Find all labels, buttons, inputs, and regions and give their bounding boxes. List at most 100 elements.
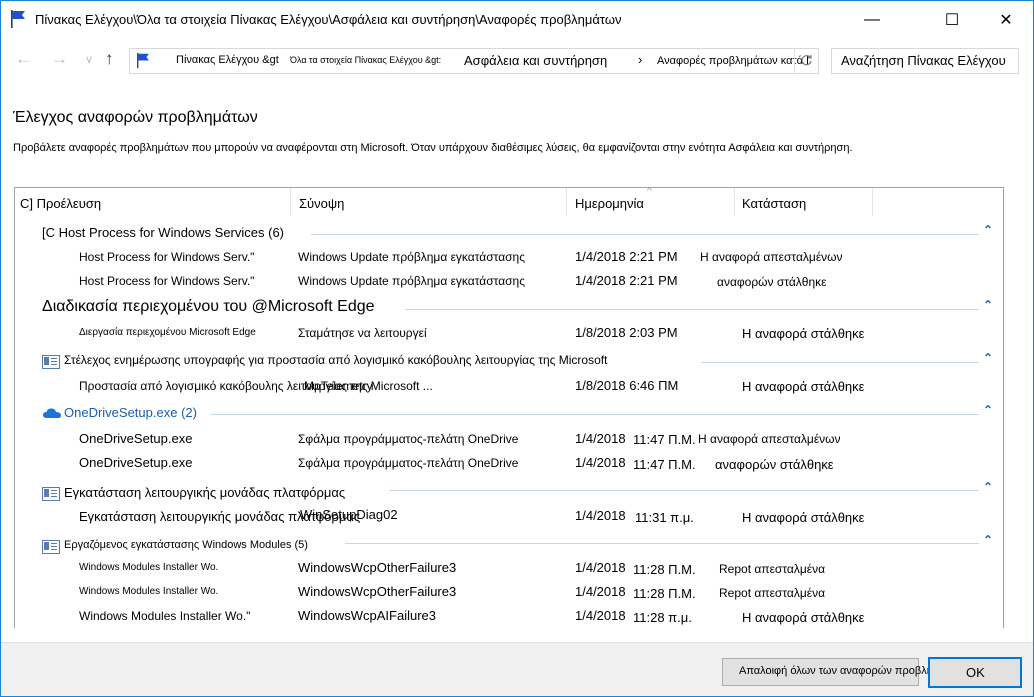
row-source: OneDriveSetup.exe [79, 431, 193, 446]
group-header-host-process[interactable]: [C Host Process for Windows Services (6)… [15, 223, 1003, 243]
row-source: Διεργασία περιεχομένου Microsoft Edge [79, 327, 256, 338]
group-header-edge[interactable]: Διαδικασία περιεχομένου του @Microsoft E… [15, 298, 1003, 318]
row-status: Η αναφορά απεσταλμένων [698, 432, 841, 446]
window-app-icon [42, 487, 60, 501]
row-source: Host Process for Windows Serv." [79, 274, 255, 288]
recent-locations-button[interactable]: ∨ [85, 53, 93, 66]
row-date: 1/4/2018 2:21 PM [575, 249, 678, 264]
ok-button[interactable]: OK [928, 657, 1022, 688]
problem-reports-window: Πίνακας Ελέγχου\Όλα τα στοιχεία Πίνακας … [0, 0, 1034, 697]
row-status: αναφορών στάλθηκε [717, 275, 827, 289]
collapse-icon[interactable]: ⌃ [983, 351, 993, 365]
row-summary: Σφάλμα προγράμματος-πελάτη OneDrive [298, 456, 519, 470]
row-summary: WindowsWcpAIFailure3 [298, 608, 436, 623]
window-app-icon [42, 355, 60, 369]
ok-label: OK [966, 665, 985, 680]
row-time: 11:47 Π.Μ. [633, 432, 696, 447]
group-title: Εργαζόμενος εγκατάστασης Windows Modules… [64, 539, 308, 551]
row-summary: Σφάλμα προγράμματος-πελάτη OneDrive [298, 432, 519, 446]
back-button[interactable]: ← [15, 49, 32, 69]
up-button[interactable]: ↑ [105, 49, 114, 69]
page-description: Προβάλετε αναφορές προβλημάτων που μπορο… [13, 142, 853, 154]
row-summary: WinSetupDiag02 [300, 507, 398, 522]
collapse-icon[interactable]: ⌃ [983, 298, 993, 312]
collapse-icon[interactable]: ⌃ [983, 223, 993, 237]
breadcrumb-problem-reports[interactable]: Αναφορές προβλημάτων κατά Ι [657, 55, 809, 67]
group-divider [345, 543, 979, 544]
row-source: Windows Modules Installer Wo. [79, 562, 219, 573]
row-date: 1/4/2018 [575, 584, 626, 599]
minimize-button[interactable]: — [849, 1, 895, 39]
row-source: Windows Modules Installer Wo." [79, 609, 251, 623]
forward-button[interactable]: → [51, 49, 68, 69]
address-divider [794, 49, 795, 73]
row-summary: Windows Update πρόβλημα εγκατάστασης [298, 274, 526, 288]
row-summary: WindowsWcpOtherFailure3 [298, 584, 457, 599]
group-title: Στέλεχος ενημέρωσης υπογραφής για προστα… [64, 353, 608, 367]
close-button[interactable]: ✕ [983, 1, 1029, 39]
row-status: αναφορών στάλθηκε [715, 457, 834, 472]
clear-all-reports-button[interactable]: Απαλοιφή όλων των αναφορών προβλημάτων [722, 658, 964, 686]
sort-ascending-icon: ^ [647, 187, 652, 197]
row-status: Η αναφορά απεσταλμένων [700, 250, 843, 264]
collapse-icon[interactable]: ⌃ [983, 480, 993, 494]
refresh-icon[interactable] [800, 54, 813, 67]
breadcrumb-security-maintenance[interactable]: Ασφάλεια και συντήρηση [464, 53, 607, 68]
group-header-windows-modules[interactable]: Εργαζόμενος εγκατάστασης Windows Modules… [15, 533, 1003, 556]
maximize-button[interactable]: ☐ [929, 1, 975, 39]
breadcrumb-separator: › [638, 52, 643, 67]
group-divider [210, 414, 979, 415]
row-time: 11:31 π.μ. [635, 510, 694, 525]
search-box[interactable]: Αναζήτηση Πίνακας Ελέγχου [831, 48, 1019, 74]
row-source: Host Process for Windows Serv." [79, 250, 255, 264]
breadcrumb-all-items[interactable]: Όλα τα στοιχεία Πίνακας Ελέγχου &gt: [290, 55, 441, 65]
column-header-summary[interactable]: Σύνοψη [291, 188, 567, 216]
row-date: 1/8/2018 2:03 PM [575, 325, 678, 340]
row-status: Η αναφορά στάλθηκε [742, 379, 865, 394]
group-title: OneDriveSetup.exe (2) [64, 405, 197, 420]
row-date: 1/4/2018 [575, 455, 626, 470]
address-bar[interactable]: Πίνακας Ελέγχου &gt Όλα τα στοιχεία Πίνα… [129, 48, 819, 74]
title-bar[interactable]: Πίνακας Ελέγχου\Όλα τα στοιχεία Πίνακας … [1, 1, 1033, 39]
row-summary: MpTelemetry [304, 379, 373, 393]
group-divider [701, 362, 979, 363]
collapse-icon[interactable]: ⌃ [983, 403, 993, 417]
window-title: Πίνακας Ελέγχου\Όλα τα στοιχεία Πίνακας … [35, 12, 622, 27]
row-summary: Windows Update πρόβλημα εγκατάστασης [298, 250, 526, 264]
search-input[interactable]: Αναζήτηση Πίνακας Ελέγχου [841, 53, 1006, 68]
row-summary: WindowsWcpOtherFailure3 [298, 560, 457, 575]
maximize-icon: ☐ [944, 12, 960, 29]
row-date: 1/4/2018 [575, 431, 626, 446]
page-title: Έλεγχος αναφορών προβλημάτων [13, 109, 258, 126]
group-divider [405, 309, 979, 310]
row-source: OneDriveSetup.exe [79, 455, 193, 470]
row-source: Windows Modules Installer Wo. [79, 586, 219, 597]
column-header-source[interactable]: C] Προέλευση [15, 188, 291, 216]
navigation-bar: ← → ∨ ↑ Πίνακας Ελέγχου &gt Όλα τα στοιχ… [1, 41, 1033, 79]
row-status: Η αναφορά στάλθηκε [742, 510, 865, 525]
row-status: Repot απεσταλμένα [719, 562, 826, 576]
row-source: Προστασία από λογισμικό κακόβουλης λειτο… [79, 379, 433, 393]
group-divider [311, 234, 979, 235]
column-header-status[interactable]: Κατάσταση [735, 188, 873, 216]
dialog-footer: Απαλοιφή όλων των αναφορών προβλημάτων O… [1, 642, 1033, 696]
flag-icon [11, 10, 25, 28]
group-title: Εγκατάσταση λειτουργικής μονάδας πλατφόρ… [64, 485, 346, 500]
row-date: 1/8/2018 6:46 ΠΜ [575, 378, 679, 393]
row-date: 1/4/2018 [575, 608, 626, 623]
row-summary: Σταμάτησε να λειτουργεί [298, 326, 427, 340]
flag-icon [137, 52, 149, 69]
group-header-defender-stub[interactable]: Στέλεχος ενημέρωσης υπογραφής για προστα… [15, 351, 1003, 371]
breadcrumb-control-panel[interactable]: Πίνακας Ελέγχου &gt [176, 54, 279, 66]
row-date: 1/4/2018 [575, 560, 626, 575]
minimize-icon: — [864, 11, 880, 28]
row-date: 1/4/2018 2:21 PM [575, 273, 678, 288]
group-title: [C Host Process for Windows Services (6) [42, 225, 285, 240]
window-app-icon [42, 540, 60, 554]
group-divider [389, 490, 979, 491]
group-header-platform-module[interactable]: Εγκατάσταση λειτουργικής μονάδας πλατφόρ… [15, 480, 1003, 503]
report-list[interactable]: C] Προέλευση Σύνοψη Ημερομηνία Κατάσταση… [14, 187, 1004, 628]
row-status: Η αναφορά στάλθηκε [742, 610, 865, 625]
collapse-icon[interactable]: ⌃ [983, 533, 993, 547]
group-header-onedrive[interactable]: OneDriveSetup.exe (2) ⌃ [15, 403, 1003, 423]
